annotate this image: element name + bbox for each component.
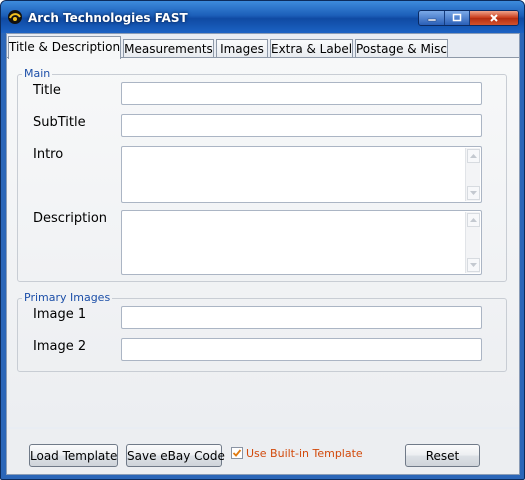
main-group-legend: Main: [24, 67, 51, 80]
tab-extra-label[interactable]: Extra & Label: [270, 39, 353, 58]
title-label: Title: [33, 83, 61, 98]
scroll-down-arrow-icon: [470, 263, 477, 267]
title-bar[interactable]: Arch Technologies FAST: [1, 1, 524, 33]
load-template-button[interactable]: Load Template: [29, 444, 118, 467]
scroll-up-arrow-icon: [470, 218, 477, 222]
image2-input[interactable]: [121, 338, 482, 361]
app-logo-icon: [8, 10, 22, 24]
image1-input[interactable]: [121, 306, 482, 329]
minimize-button[interactable]: [419, 11, 445, 25]
checkmark-icon: [232, 449, 242, 457]
use-builtin-template-checkbox[interactable]: Use Built-in Template: [231, 445, 363, 461]
intro-scroll-up[interactable]: [467, 149, 480, 163]
scroll-up-arrow-icon: [470, 154, 477, 158]
primary-images-legend: Primary Images: [24, 291, 111, 304]
close-button[interactable]: [470, 11, 518, 25]
title-input[interactable]: [121, 82, 482, 105]
maximize-icon: [452, 13, 462, 22]
tab-page-title-description: Main Title SubTitle Intro Description Pr…: [7, 57, 519, 427]
tab-postage-misc[interactable]: Postage & Misc: [355, 39, 448, 58]
tab-strip: Title & Description Measurements Images …: [7, 36, 519, 59]
window-controls: [418, 10, 519, 26]
description-textarea[interactable]: [121, 210, 482, 275]
footer-bar: Load Template Save eBay Code Use Built-i…: [7, 429, 519, 474]
intro-textarea[interactable]: [121, 146, 482, 203]
description-scroll-up[interactable]: [467, 213, 480, 227]
client-area: Title & Description Measurements Images …: [6, 33, 520, 475]
subtitle-label: SubTitle: [33, 115, 86, 130]
save-ebay-code-button[interactable]: Save eBay Code: [126, 444, 225, 467]
scroll-down-arrow-icon: [470, 191, 477, 195]
description-label: Description: [33, 211, 108, 226]
subtitle-input[interactable]: [121, 114, 482, 137]
image2-label: Image 2: [33, 339, 87, 354]
maximize-button[interactable]: [445, 11, 470, 25]
minimize-icon: [427, 18, 436, 22]
tab-measurements[interactable]: Measurements: [123, 39, 214, 58]
intro-label: Intro: [33, 147, 64, 162]
close-icon: [490, 14, 498, 22]
intro-scroll-down[interactable]: [467, 186, 480, 200]
window-title: Arch Technologies FAST: [28, 11, 188, 25]
description-scrollbar[interactable]: [465, 212, 480, 273]
checkbox-box[interactable]: [231, 447, 243, 459]
description-scroll-down[interactable]: [467, 258, 480, 272]
use-builtin-template-label: Use Built-in Template: [246, 446, 363, 460]
reset-button[interactable]: Reset: [405, 444, 480, 467]
app-window: Arch Technologies FAST Title & Descripti…: [0, 0, 525, 480]
tab-title-description[interactable]: Title & Description: [8, 36, 121, 59]
tab-images[interactable]: Images: [216, 39, 268, 58]
image1-label: Image 1: [33, 307, 87, 322]
intro-scrollbar[interactable]: [465, 148, 480, 201]
